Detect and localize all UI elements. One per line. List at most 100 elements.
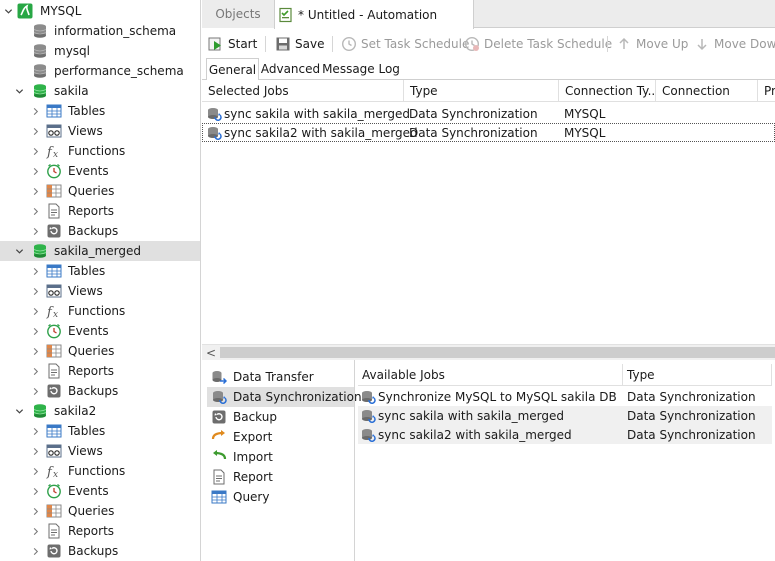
tree-item-backups[interactable]: Backups bbox=[0, 381, 200, 401]
move-down-button[interactable]: Move Down bbox=[694, 34, 775, 54]
chevron-right-icon[interactable] bbox=[30, 546, 40, 556]
tab-message-log[interactable]: Message Log bbox=[322, 58, 400, 80]
job-type-backup[interactable]: Backup bbox=[207, 407, 354, 427]
chevron-right-icon[interactable] bbox=[30, 126, 40, 136]
tree-item-views[interactable]: Views bbox=[0, 441, 200, 461]
tree-item-information-schema[interactable]: information_schema bbox=[0, 21, 200, 41]
tree-item-sakila-merged[interactable]: sakila_merged bbox=[0, 241, 200, 261]
tree-item-sakila2[interactable]: sakila2 bbox=[0, 401, 200, 421]
tree-item-reports[interactable]: Reports bbox=[0, 361, 200, 381]
tree-item-functions[interactable]: f x Functions bbox=[0, 141, 200, 161]
job-type-data-transfer[interactable]: Data Transfer bbox=[207, 367, 354, 387]
chevron-right-icon[interactable] bbox=[30, 366, 40, 376]
column-header-connection[interactable]: Connection bbox=[656, 80, 758, 102]
tree-item-queries[interactable]: Queries bbox=[0, 181, 200, 201]
column-header-type[interactable]: Type bbox=[404, 80, 559, 102]
tree-item-backups[interactable]: Backups bbox=[0, 221, 200, 241]
job-type-export[interactable]: Export bbox=[207, 427, 354, 447]
tree-item-label: performance_schema bbox=[54, 64, 184, 78]
job-type-import[interactable]: Import bbox=[207, 447, 354, 467]
delete-task-schedule-button[interactable]: Delete Task Schedule bbox=[464, 34, 612, 54]
chevron-right-icon[interactable] bbox=[30, 526, 40, 536]
column-header-available-jobs[interactable]: Available Jobs bbox=[358, 364, 623, 386]
tree-item-functions[interactable]: f x Functions bbox=[0, 461, 200, 481]
column-header-selected-jobs[interactable]: Selected Jobs bbox=[202, 80, 404, 102]
chevron-down-icon[interactable] bbox=[14, 246, 24, 256]
views-icon bbox=[46, 443, 62, 459]
svg-text:x: x bbox=[53, 150, 58, 159]
database-icon bbox=[32, 403, 48, 419]
tree-item-events[interactable]: Events bbox=[0, 161, 200, 181]
tree-item-tables[interactable]: Tables bbox=[0, 421, 200, 441]
tree-item-mysql[interactable]: mysql bbox=[0, 41, 200, 61]
chevron-right-icon[interactable] bbox=[30, 106, 40, 116]
tree-item-queries[interactable]: Queries bbox=[0, 341, 200, 361]
chevron-down-icon[interactable] bbox=[3, 6, 13, 16]
start-button[interactable]: Start bbox=[208, 34, 257, 54]
job-type-label: Backup bbox=[233, 410, 277, 424]
tree-item-label: Queries bbox=[68, 344, 115, 358]
tree-item-views[interactable]: Views bbox=[0, 281, 200, 301]
available-jobs-grid[interactable]: Available Jobs Type Synchronize MySQL to… bbox=[358, 360, 775, 561]
table-row[interactable]: Synchronize MySQL to MySQL sakila DB Data… bbox=[358, 387, 772, 406]
save-button[interactable]: Save bbox=[275, 34, 324, 54]
chevron-right-icon[interactable] bbox=[30, 386, 40, 396]
chevron-right-icon[interactable] bbox=[30, 466, 40, 476]
column-header-label: Pr bbox=[764, 83, 775, 98]
tree-item-tables[interactable]: Tables bbox=[0, 101, 200, 121]
chevron-right-icon[interactable] bbox=[30, 206, 40, 216]
chevron-right-icon[interactable] bbox=[30, 326, 40, 336]
chevron-right-icon[interactable] bbox=[30, 346, 40, 356]
tree-item-functions[interactable]: f x Functions bbox=[0, 301, 200, 321]
table-row[interactable]: sync sakila2 with sakila_merged Data Sync… bbox=[358, 425, 772, 444]
report-icon bbox=[207, 469, 233, 485]
tree-item-queries[interactable]: Queries bbox=[0, 501, 200, 521]
chevron-right-icon[interactable] bbox=[30, 146, 40, 156]
tree-item-views[interactable]: Views bbox=[0, 121, 200, 141]
tab-general[interactable]: General bbox=[206, 58, 259, 81]
chevron-right-icon[interactable] bbox=[30, 306, 40, 316]
tree-item-performance-schema[interactable]: performance_schema bbox=[0, 61, 200, 81]
horizontal-scrollbar[interactable]: < bbox=[202, 344, 775, 360]
chevron-right-icon[interactable] bbox=[30, 506, 40, 516]
tree-item-reports[interactable]: Reports bbox=[0, 201, 200, 221]
column-header-more[interactable]: Pr bbox=[758, 80, 775, 102]
table-row[interactable]: sync sakila2 with sakila_merged Data Syn… bbox=[202, 123, 775, 142]
tab-automation[interactable]: * Untitled - Automation bbox=[274, 0, 474, 29]
tab-objects[interactable]: Objects bbox=[202, 0, 274, 28]
job-type-data-synchronization[interactable]: Data Synchronization bbox=[207, 387, 362, 407]
tab-advanced[interactable]: Advanced bbox=[259, 58, 322, 80]
chevron-right-icon[interactable] bbox=[30, 186, 40, 196]
selected-jobs-grid[interactable]: Selected Jobs Type Connection Ty... Conn… bbox=[202, 80, 775, 344]
table-row[interactable]: sync sakila with sakila_merged Data Synch… bbox=[358, 406, 772, 425]
set-task-schedule-button[interactable]: Set Task Schedule bbox=[341, 34, 469, 54]
tree-item-reports[interactable]: Reports bbox=[0, 521, 200, 541]
scroll-left-arrow[interactable]: < bbox=[206, 345, 216, 361]
chevron-down-icon[interactable] bbox=[14, 86, 24, 96]
tree-item-events[interactable]: Events bbox=[0, 481, 200, 501]
chevron-right-icon[interactable] bbox=[30, 486, 40, 496]
chevron-right-icon[interactable] bbox=[30, 166, 40, 176]
job-type-report[interactable]: Report bbox=[207, 467, 354, 487]
column-header-connection-type[interactable]: Connection Ty... bbox=[559, 80, 656, 102]
chevron-right-icon[interactable] bbox=[30, 266, 40, 276]
table-row[interactable]: sync sakila with sakila_merged Data Sync… bbox=[202, 104, 775, 123]
tab-objects-label: Objects bbox=[215, 7, 261, 21]
column-header-type[interactable]: Type bbox=[623, 364, 772, 386]
scrollbar-thumb[interactable] bbox=[220, 347, 775, 358]
tree-item-sakila[interactable]: sakila bbox=[0, 81, 200, 101]
tree-item-mysql[interactable]: MYSQL bbox=[0, 1, 200, 21]
tree-item-tables[interactable]: Tables bbox=[0, 261, 200, 281]
tree-item-backups[interactable]: Backups bbox=[0, 541, 200, 561]
connection-tree[interactable]: MYSQL information_schema mysql performance_… bbox=[0, 0, 201, 561]
move-up-button[interactable]: Move Up bbox=[616, 34, 688, 54]
chevron-right-icon[interactable] bbox=[30, 226, 40, 236]
chevron-right-icon[interactable] bbox=[30, 286, 40, 296]
tree-item-events[interactable]: Events bbox=[0, 321, 200, 341]
chevron-down-icon[interactable] bbox=[14, 406, 24, 416]
job-type-query[interactable]: Query bbox=[207, 487, 354, 507]
job-type-list[interactable]: Data Transfer Data Synchronization Backup E… bbox=[202, 360, 362, 561]
save-label: Save bbox=[295, 37, 325, 51]
chevron-right-icon[interactable] bbox=[30, 446, 40, 456]
chevron-right-icon[interactable] bbox=[30, 426, 40, 436]
